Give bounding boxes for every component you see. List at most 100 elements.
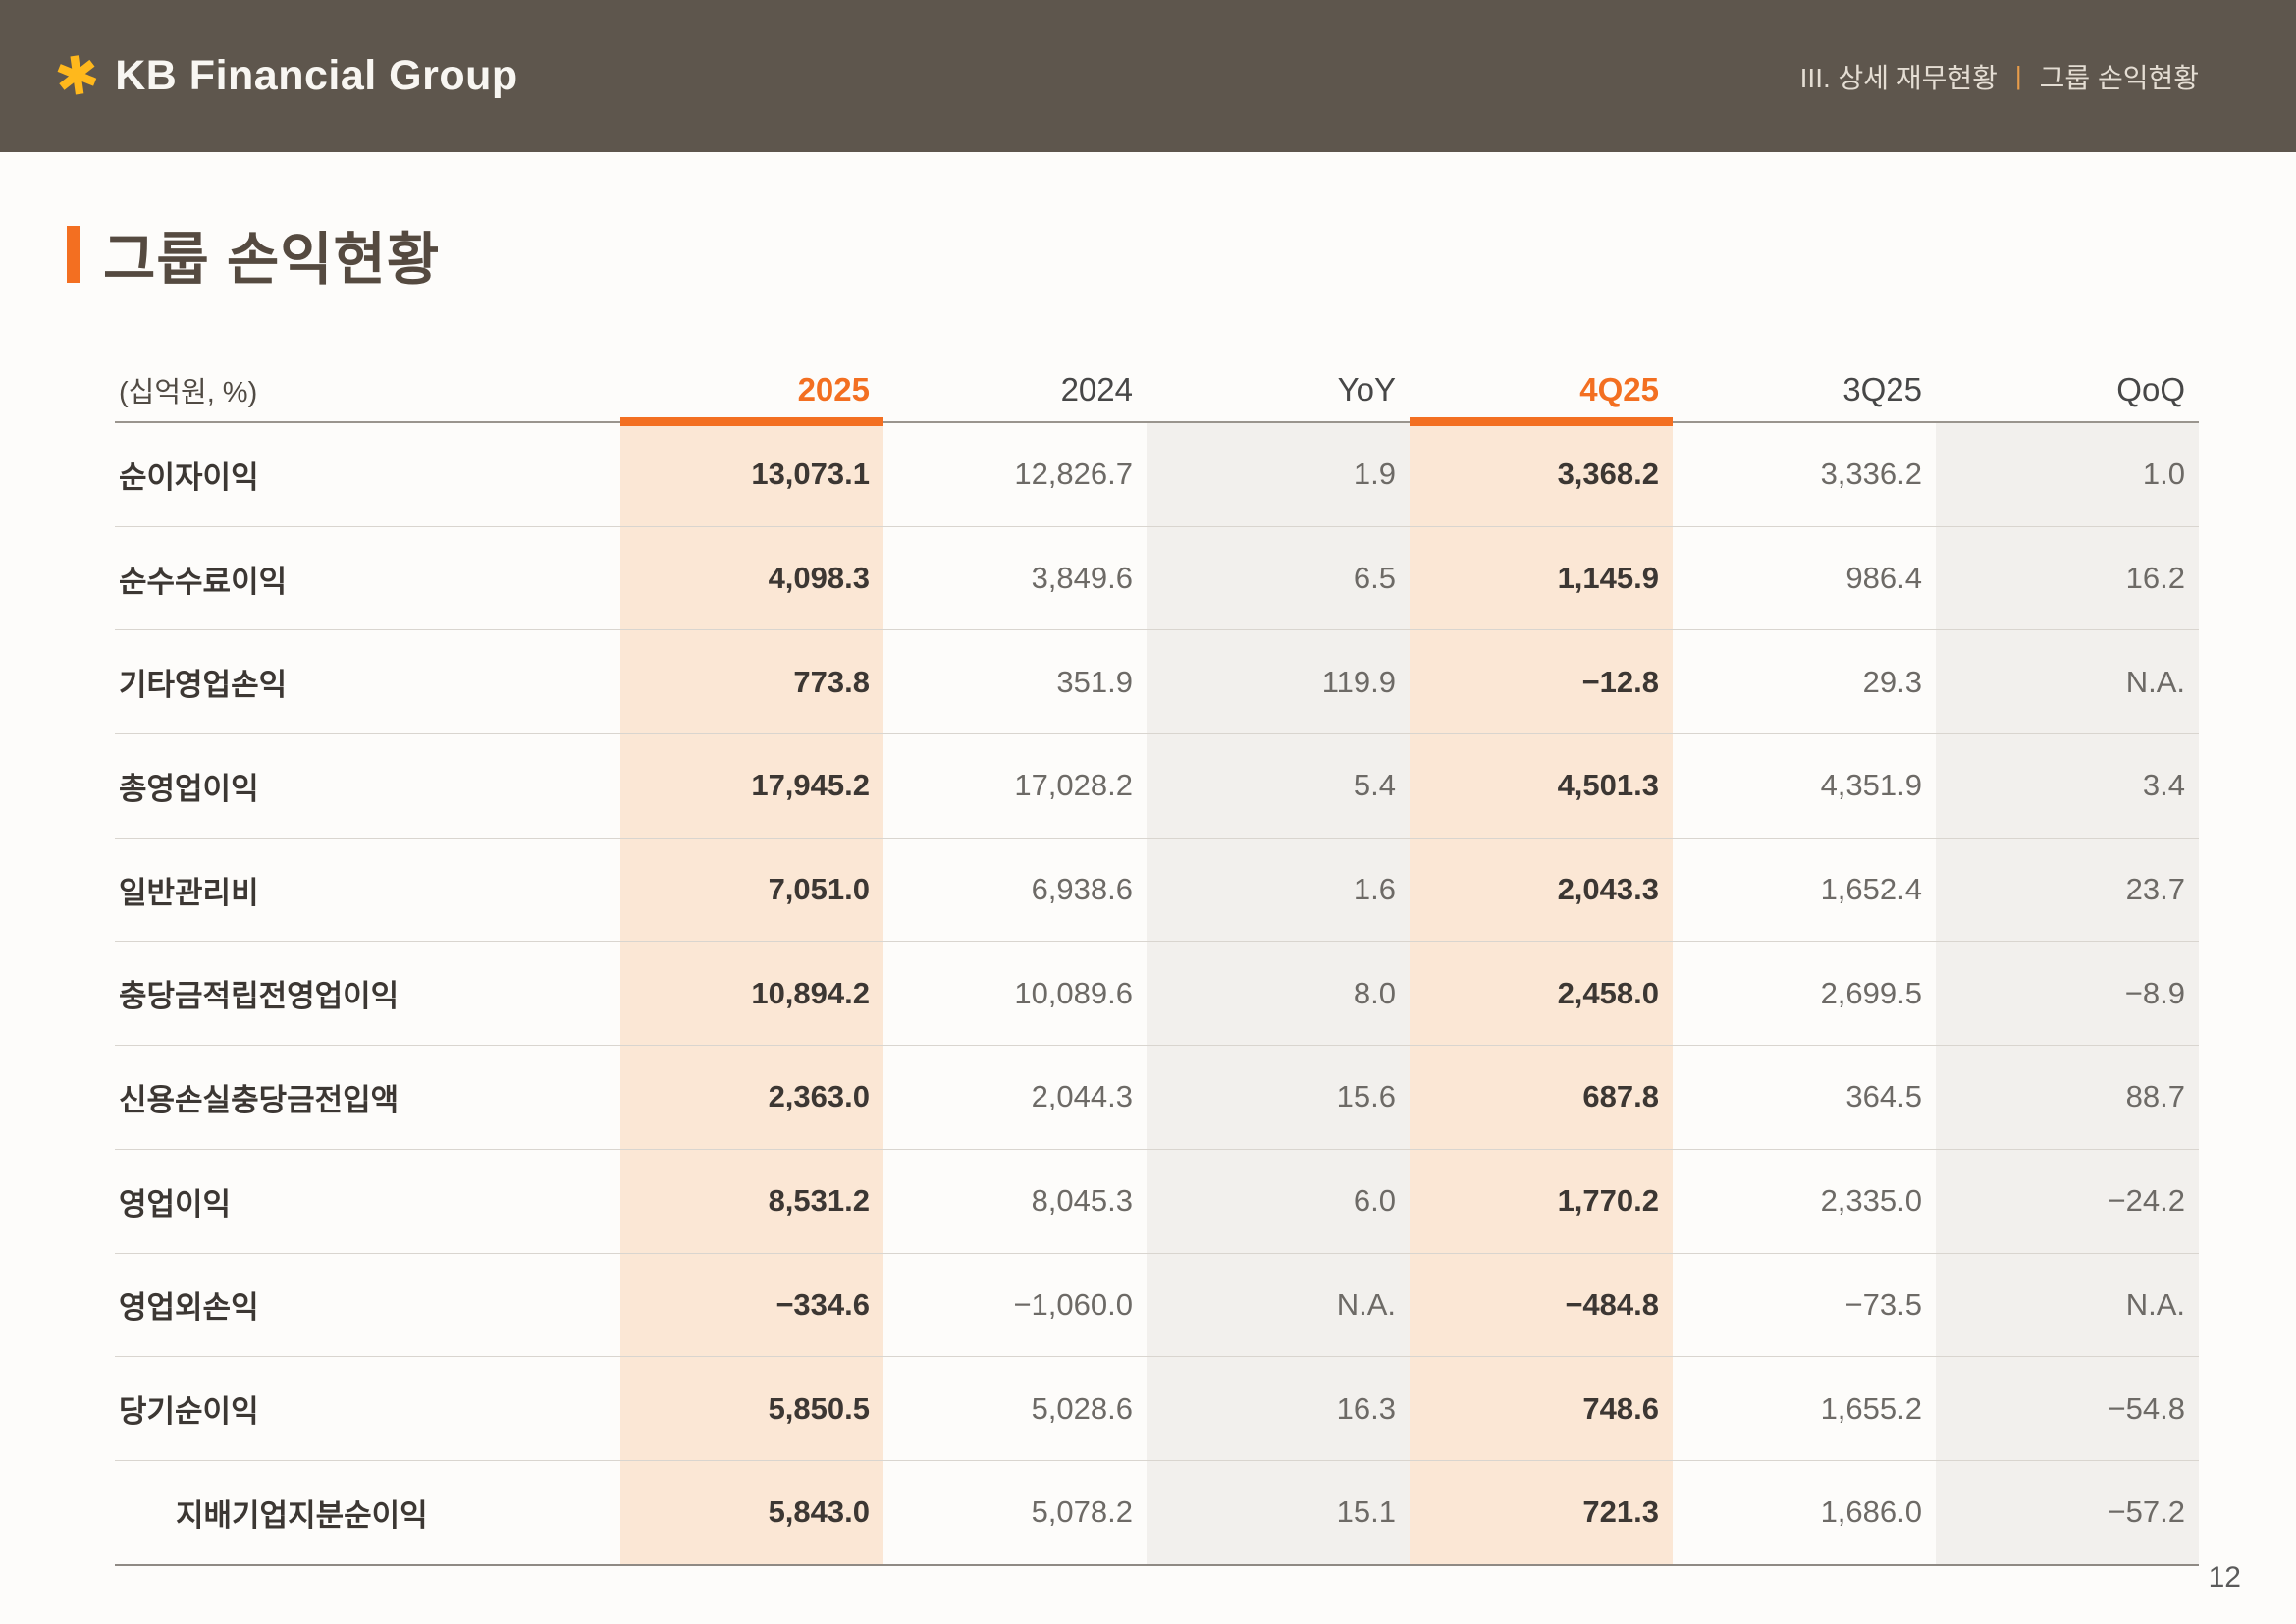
table-row: 영업이익 8,531.2 8,045.3 6.0 1,770.2 2,335.0…: [115, 1150, 2199, 1254]
page-title-block: 그룹 손익현황: [67, 213, 2296, 296]
cell-3q25: 1,655.2: [1673, 1357, 1936, 1460]
cell-qoq: −54.8: [1936, 1357, 2199, 1460]
row-label: 충당금적립전영업이익: [115, 942, 620, 1045]
row-label: 당기순이익: [115, 1357, 620, 1460]
cell-3q25: 3,336.2: [1673, 423, 1936, 526]
cell-3q25: 2,699.5: [1673, 942, 1936, 1045]
cell-4q25: 3,368.2: [1410, 423, 1673, 526]
cell-2025: 7,051.0: [620, 839, 883, 942]
table-row: 영업외손익 −334.6 −1,060.0 N.A. −484.8 −73.5 …: [115, 1254, 2199, 1358]
cell-4q25: 4,501.3: [1410, 734, 1673, 838]
cell-3q25: −73.5: [1673, 1254, 1936, 1357]
cell-yoy: 15.1: [1147, 1461, 1410, 1564]
breadcrumb-separator: |: [2015, 61, 2022, 91]
title-accent-bar: [67, 226, 80, 283]
table-row: 기타영업손익 773.8 351.9 119.9 −12.8 29.3 N.A.: [115, 630, 2199, 734]
logo-text: KB Financial Group: [115, 52, 517, 100]
cell-2024: 6,938.6: [883, 839, 1147, 942]
cell-3q25: 29.3: [1673, 630, 1936, 733]
breadcrumb: III. 상세 재무현황 | 그룹 손익현황: [1800, 57, 2199, 96]
breadcrumb-section: III. 상세 재무현황: [1800, 57, 1998, 96]
row-label: 총영업이익: [115, 734, 620, 838]
cell-2025: 13,073.1: [620, 423, 883, 526]
cell-4q25: −12.8: [1410, 630, 1673, 733]
row-label: 신용손실충당금전입액: [115, 1046, 620, 1149]
col-header-3q25: 3Q25: [1673, 371, 1936, 408]
table-row: 당기순이익 5,850.5 5,028.6 16.3 748.6 1,655.2…: [115, 1357, 2199, 1461]
slide: ✱ KB Financial Group III. 상세 재무현황 | 그룹 손…: [0, 0, 2296, 1624]
cell-qoq: N.A.: [1936, 1254, 2199, 1357]
cell-qoq: 3.4: [1936, 734, 2199, 838]
highlight-underline-2025: [620, 417, 883, 426]
cell-2025: 5,850.5: [620, 1357, 883, 1460]
income-statement-table: (십억원, %) 2025 2024 YoY 4Q25 3Q25 QoQ 순이자…: [115, 358, 2199, 1566]
cell-yoy: 6.5: [1147, 527, 1410, 630]
cell-2024: 351.9: [883, 630, 1147, 733]
row-label: 순수수료이익: [115, 527, 620, 630]
cell-2024: 8,045.3: [883, 1150, 1147, 1253]
cell-qoq: 23.7: [1936, 839, 2199, 942]
table-row: 충당금적립전영업이익 10,894.2 10,089.6 8.0 2,458.0…: [115, 942, 2199, 1046]
cell-4q25: 687.8: [1410, 1046, 1673, 1149]
row-label: 기타영업손익: [115, 630, 620, 733]
cell-3q25: 4,351.9: [1673, 734, 1936, 838]
row-label: 영업이익: [115, 1150, 620, 1253]
table-row: 순수수료이익 4,098.3 3,849.6 6.5 1,145.9 986.4…: [115, 527, 2199, 631]
cell-2025: 5,843.0: [620, 1461, 883, 1564]
cell-3q25: 1,652.4: [1673, 839, 1936, 942]
col-header-qoq: QoQ: [1936, 371, 2199, 408]
cell-2024: 5,078.2: [883, 1461, 1147, 1564]
cell-3q25: 2,335.0: [1673, 1150, 1936, 1253]
cell-4q25: 721.3: [1410, 1461, 1673, 1564]
cell-yoy: 6.0: [1147, 1150, 1410, 1253]
cell-3q25: 986.4: [1673, 527, 1936, 630]
cell-qoq: −57.2: [1936, 1461, 2199, 1564]
cell-4q25: 748.6: [1410, 1357, 1673, 1460]
cell-2025: 2,363.0: [620, 1046, 883, 1149]
kb-logo: ✱ KB Financial Group: [55, 50, 518, 103]
cell-2024: −1,060.0: [883, 1254, 1147, 1357]
cell-yoy: 16.3: [1147, 1357, 1410, 1460]
cell-2025: 10,894.2: [620, 942, 883, 1045]
cell-qoq: N.A.: [1936, 630, 2199, 733]
cell-4q25: 2,458.0: [1410, 942, 1673, 1045]
unit-label: (십억원, %): [115, 358, 620, 421]
cell-4q25: 2,043.3: [1410, 839, 1673, 942]
cell-2024: 2,044.3: [883, 1046, 1147, 1149]
cell-2024: 17,028.2: [883, 734, 1147, 838]
cell-yoy: 8.0: [1147, 942, 1410, 1045]
cell-3q25: 1,686.0: [1673, 1461, 1936, 1564]
cell-4q25: 1,770.2: [1410, 1150, 1673, 1253]
cell-yoy: 15.6: [1147, 1046, 1410, 1149]
row-label: 일반관리비: [115, 839, 620, 942]
page-title: 그룹 손익현황: [103, 213, 440, 296]
cell-3q25: 364.5: [1673, 1046, 1936, 1149]
table-row: 지배기업지분순이익 5,843.0 5,078.2 15.1 721.3 1,6…: [115, 1461, 2199, 1566]
cell-yoy: N.A.: [1147, 1254, 1410, 1357]
cell-qoq: 1.0: [1936, 423, 2199, 526]
cell-yoy: 1.6: [1147, 839, 1410, 942]
cell-yoy: 119.9: [1147, 630, 1410, 733]
highlight-underline-4q25: [1410, 417, 1673, 426]
col-header-2024: 2024: [883, 371, 1147, 408]
cell-qoq: −8.9: [1936, 942, 2199, 1045]
cell-2024: 3,849.6: [883, 527, 1147, 630]
top-header-bar: ✱ KB Financial Group III. 상세 재무현황 | 그룹 손…: [0, 0, 2296, 152]
cell-yoy: 1.9: [1147, 423, 1410, 526]
cell-2024: 5,028.6: [883, 1357, 1147, 1460]
table-row: 총영업이익 17,945.2 17,028.2 5.4 4,501.3 4,35…: [115, 734, 2199, 839]
row-label: 영업외손익: [115, 1254, 620, 1357]
table-row: 일반관리비 7,051.0 6,938.6 1.6 2,043.3 1,652.…: [115, 839, 2199, 943]
cell-qoq: −24.2: [1936, 1150, 2199, 1253]
row-label: 지배기업지분순이익: [115, 1461, 620, 1564]
breadcrumb-current: 그룹 손익현황: [2040, 57, 2199, 96]
cell-qoq: 88.7: [1936, 1046, 2199, 1149]
cell-2025: 8,531.2: [620, 1150, 883, 1253]
col-header-2025: 2025: [620, 371, 883, 408]
cell-2024: 10,089.6: [883, 942, 1147, 1045]
cell-qoq: 16.2: [1936, 527, 2199, 630]
cell-4q25: 1,145.9: [1410, 527, 1673, 630]
cell-2025: −334.6: [620, 1254, 883, 1357]
col-header-4q25: 4Q25: [1410, 371, 1673, 408]
cell-2025: 773.8: [620, 630, 883, 733]
